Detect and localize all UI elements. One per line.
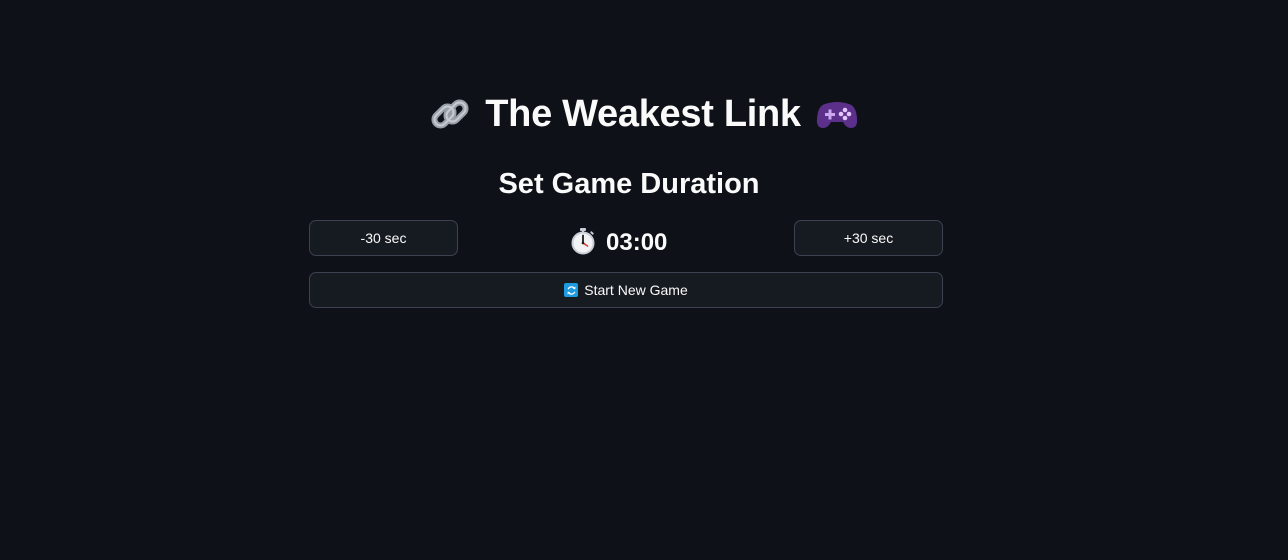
increase-duration-label: +30 sec [843,230,894,246]
title-row: The Weakest Link [0,88,1288,140]
refresh-icon [564,283,579,297]
start-new-game-button[interactable]: Start New Game [309,272,943,308]
game-controller-icon [815,94,859,134]
stopwatch-icon [570,227,596,260]
link-icon [429,94,471,134]
app-page: The Weakest Link Set Game Duration -30 s… [0,0,1288,560]
start-new-game-label: Start New Game [584,282,688,298]
duration-heading: Set Game Duration [498,168,760,200]
decrease-duration-button[interactable]: -30 sec [309,220,458,256]
increase-duration-button[interactable]: +30 sec [794,220,943,256]
duration-display: 03:00 [570,226,667,260]
duration-value: 03:00 [606,229,668,256]
page-title: The Weakest Link [485,92,801,135]
decrease-duration-label: -30 sec [360,230,407,246]
